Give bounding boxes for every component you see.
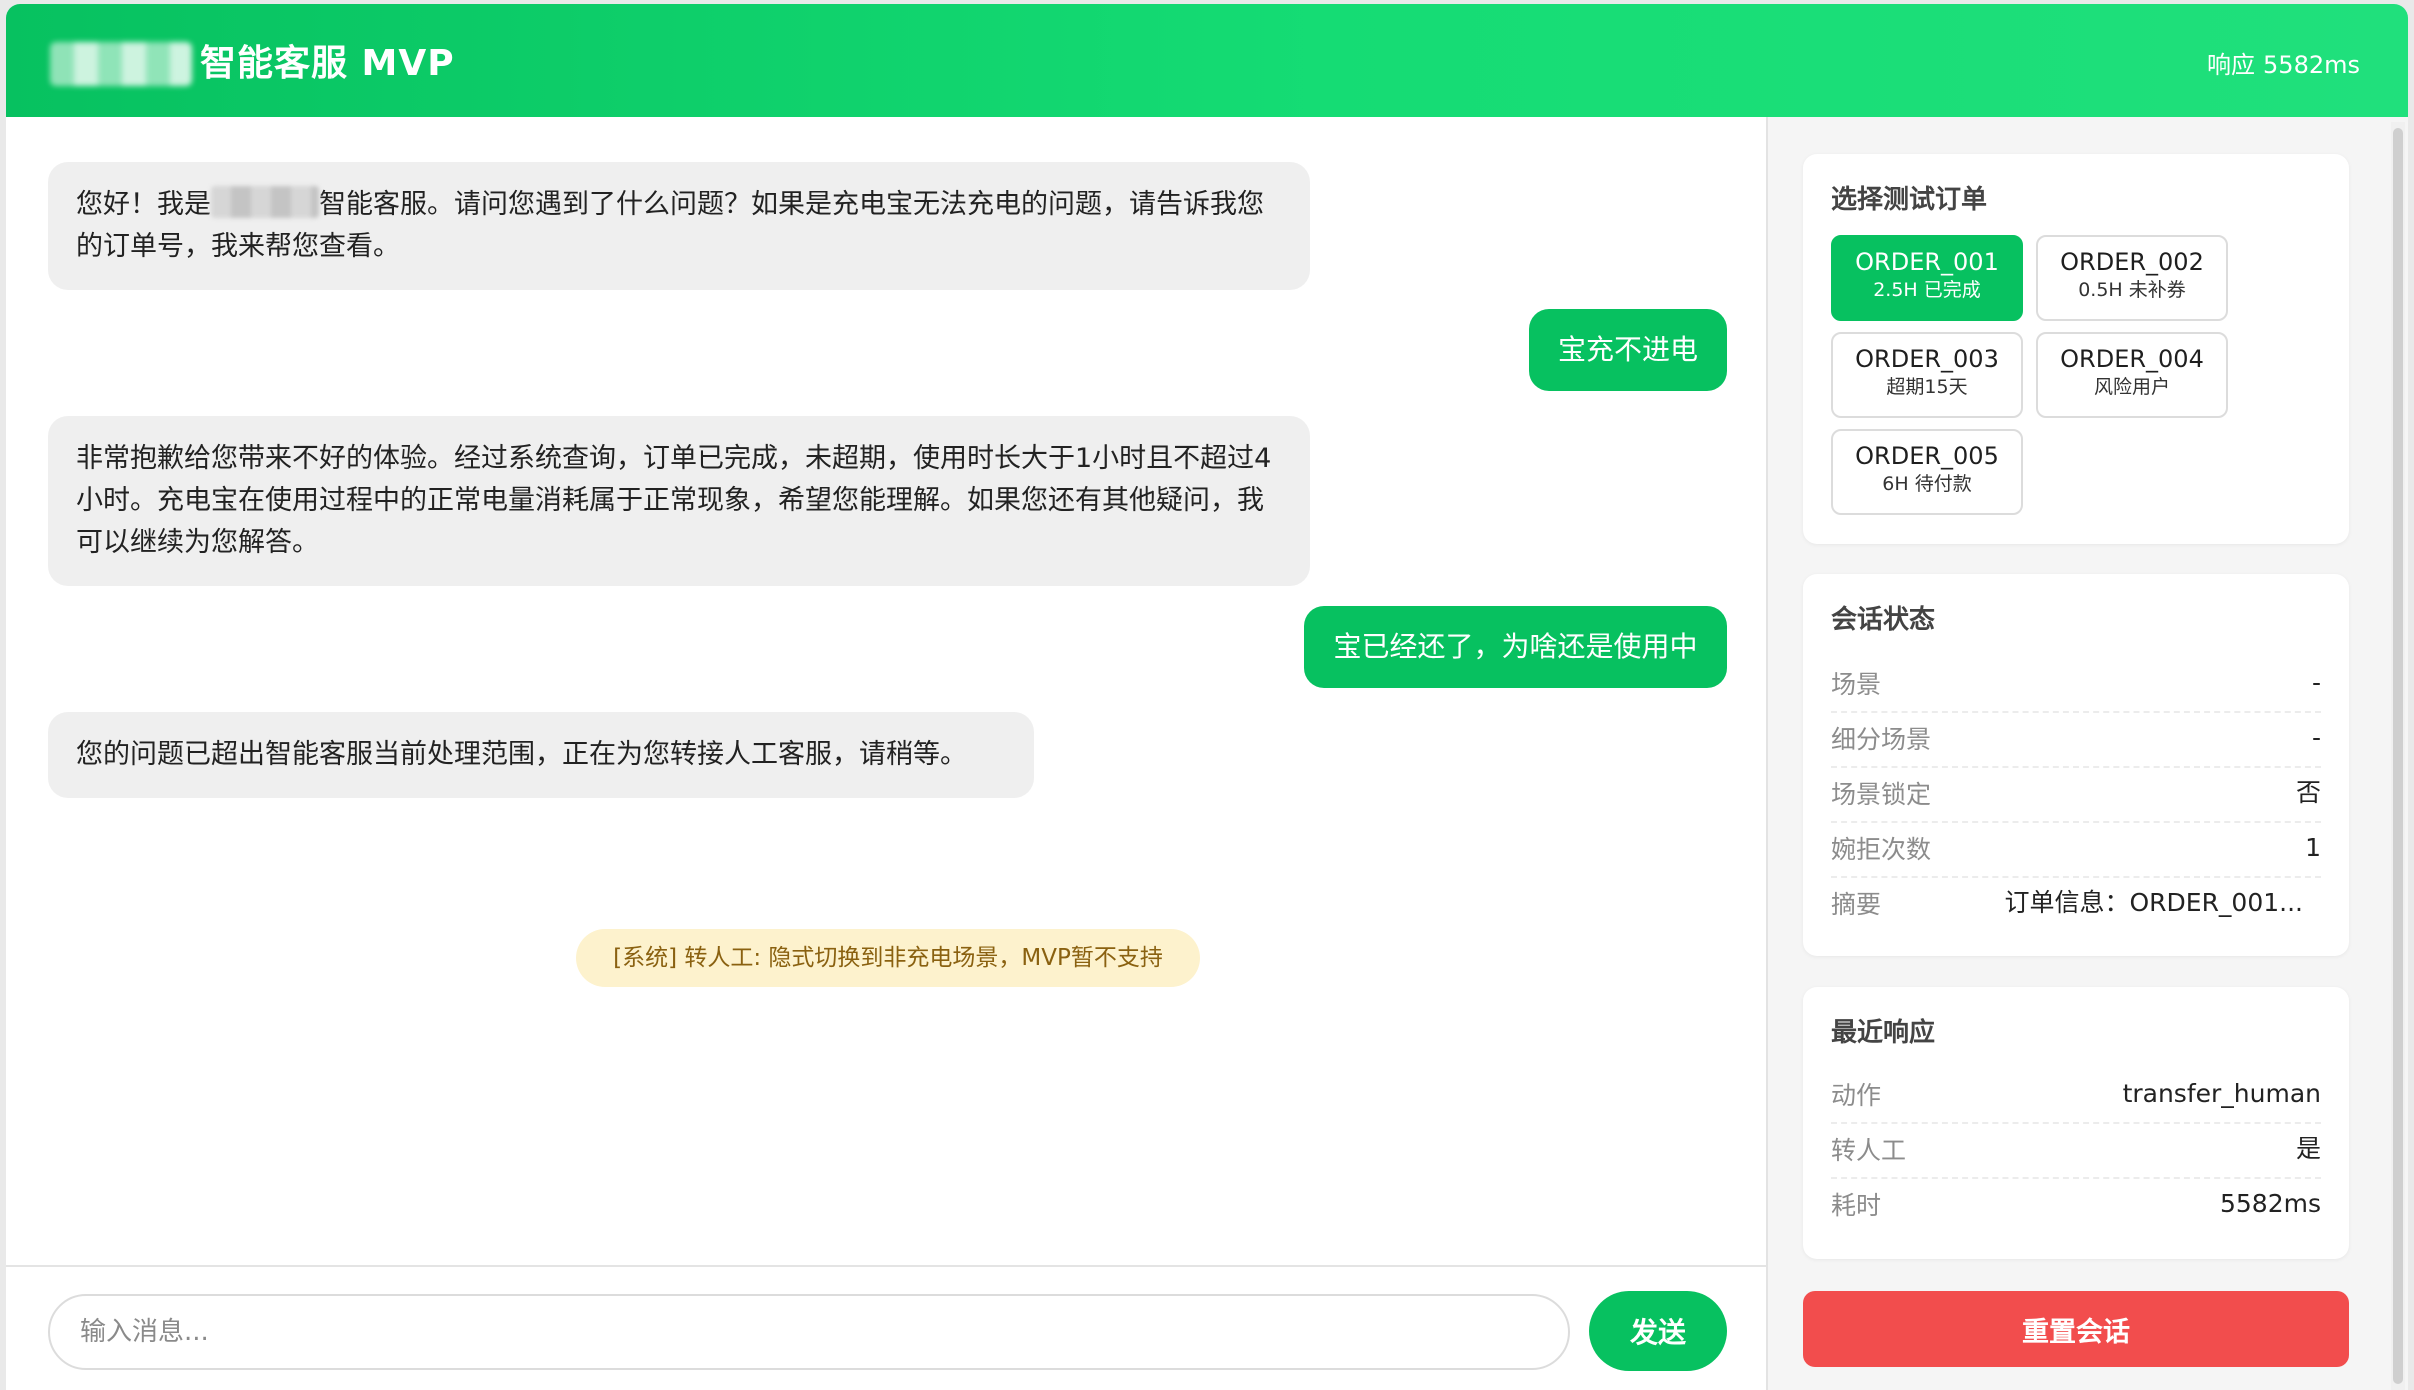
order-option-order-003[interactable]: ORDER_003 超期15天 (1831, 332, 2023, 418)
app-window: 智能客服 MVP 响应 5582ms 您好！我是 智能客服。请问您遇到了什么问题？如… (6, 4, 2408, 1390)
card-title: 选择测试订单 (1831, 185, 1988, 215)
response-value: transfer_human (2122, 1079, 2321, 1108)
order-id: ORDER_002 (2060, 248, 2204, 276)
response-time-label: 响应 (2207, 51, 2256, 79)
reset-session-button[interactable]: 重置会话 (1803, 1291, 2349, 1367)
status-key: 婉拒次数 (1831, 835, 1932, 864)
status-row-scene: 场景 - (1831, 658, 2321, 713)
response-key: 动作 (1831, 1081, 1882, 1110)
response-value: 5582ms (2219, 1189, 2321, 1218)
bot-message: 非常抱歉给您带来不好的体验。经过系统查询，订单已完成，未超期，使用时长大于1小时… (48, 416, 1310, 586)
order-id: ORDER_004 (2060, 345, 2204, 373)
app-title: 智能客服 MVP (200, 43, 455, 84)
status-key: 摘要 (1831, 890, 1882, 919)
order-option-order-001[interactable]: ORDER_001 2.5H 已完成 (1831, 235, 2023, 321)
recent-response-card: 最近响应 动作 transfer_human 转人工 是 耗时 5582ms (1803, 987, 2349, 1259)
side-panel: 选择测试订单 ORDER_001 2.5H 已完成 ORDER_002 0.5H… (1766, 117, 2408, 1390)
status-value: 1 (2305, 833, 2321, 862)
response-row-duration: 耗时 5582ms (1831, 1179, 2321, 1234)
status-row-refusal-count: 婉拒次数 1 (1831, 823, 2321, 878)
system-notice: [系统] 转人工: 隐式切换到非充电场景，MVP暂不支持 (576, 929, 1200, 987)
status-value: 订单信息：ORDER_001... (2004, 888, 2303, 917)
order-id: ORDER_003 (1855, 345, 1999, 373)
blurred-brand-logo (50, 42, 192, 86)
status-key: 细分场景 (1831, 725, 1932, 754)
app-header: 智能客服 MVP 响应 5582ms (6, 4, 2408, 117)
order-desc: 6H 待付款 (1882, 473, 1972, 495)
card-title: 最近响应 (1831, 1018, 1936, 1048)
bot-message-text: 您的问题已超出智能客服当前处理范围，正在为您转接人工客服，请稍等。 (76, 739, 967, 770)
redacted-brand-name (211, 186, 319, 218)
status-key: 场景 (1831, 670, 1882, 699)
order-desc: 风险用户 (2093, 376, 2170, 398)
side-panel-scrollbar[interactable] (2391, 122, 2405, 1390)
status-key: 场景锁定 (1831, 780, 1932, 809)
user-message-text: 宝充不进电 (1557, 333, 1698, 366)
status-value: - (2311, 723, 2321, 752)
status-row-sub-scene: 细分场景 - (1831, 713, 2321, 768)
session-status-card: 会话状态 场景 - 细分场景 - 场景锁定 否 婉拒次数 1 摘要 订单信息：O… (1803, 574, 2349, 956)
order-option-order-002[interactable]: ORDER_002 0.5H 未补券 (2036, 235, 2228, 321)
order-option-order-005[interactable]: ORDER_005 6H 待付款 (1831, 429, 2023, 515)
chat-message-list[interactable]: 您好！我是 智能客服。请问您遇到了什么问题？如果是充电宝无法充电的问题，请告诉我您… (6, 117, 1766, 1265)
order-desc: 0.5H 未补券 (2078, 279, 2186, 301)
status-value: - (2311, 668, 2321, 697)
message-input[interactable] (48, 1294, 1570, 1370)
user-message-text: 宝已经还了，为啥还是使用中 (1333, 630, 1698, 663)
response-row-transfer: 转人工 是 (1831, 1124, 2321, 1179)
response-time-value: 5582ms (2263, 51, 2360, 79)
response-row-action: 动作 transfer_human (1831, 1069, 2321, 1124)
bot-message-text: 您好！我是 (76, 189, 211, 220)
response-key: 耗时 (1831, 1191, 1882, 1220)
card-title: 会话状态 (1831, 605, 1936, 635)
user-message: 宝充不进电 (1529, 309, 1727, 391)
send-button[interactable]: 发送 (1589, 1291, 1727, 1371)
order-id: ORDER_005 (1855, 442, 1999, 470)
message-composer: 发送 (6, 1265, 1766, 1390)
response-value: 是 (2295, 1134, 2321, 1163)
scrollbar-thumb[interactable] (2393, 128, 2403, 1384)
order-desc: 2.5H 已完成 (1873, 279, 1981, 301)
response-time-indicator: 响应 5582ms (2199, 48, 2360, 82)
bot-message: 您的问题已超出智能客服当前处理范围，正在为您转接人工客服，请稍等。 (48, 712, 1034, 798)
user-message: 宝已经还了，为啥还是使用中 (1304, 606, 1727, 688)
status-row-summary: 摘要 订单信息：ORDER_001... (1831, 878, 2321, 933)
response-key: 转人工 (1831, 1136, 1907, 1165)
order-id: ORDER_001 (1855, 248, 1999, 276)
status-row-scene-lock: 场景锁定 否 (1831, 768, 2321, 823)
test-order-card: 选择测试订单 ORDER_001 2.5H 已完成 ORDER_002 0.5H… (1803, 154, 2349, 544)
bot-message-text: 非常抱歉给您带来不好的体验。经过系统查询，订单已完成，未超期，使用时长大于1小时… (76, 443, 1272, 558)
bot-message: 您好！我是 智能客服。请问您遇到了什么问题？如果是充电宝无法充电的问题，请告诉我您… (48, 162, 1310, 290)
order-option-order-004[interactable]: ORDER_004 风险用户 (2036, 332, 2228, 418)
status-value: 否 (2295, 778, 2321, 807)
order-desc: 超期15天 (1886, 376, 1968, 398)
